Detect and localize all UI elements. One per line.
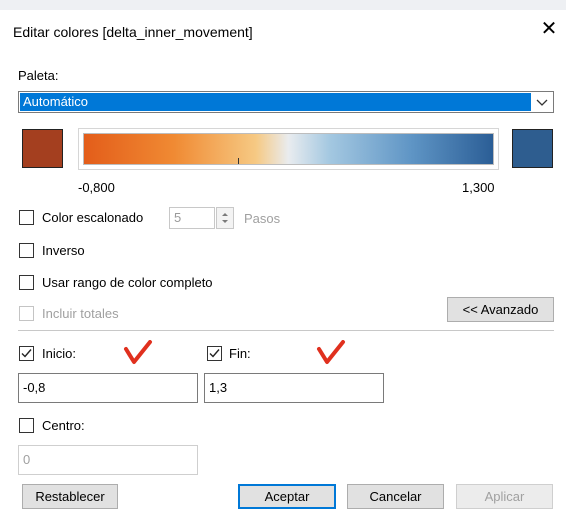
center-label: Centro: — [42, 418, 85, 433]
range-min-label: -0,800 — [78, 180, 115, 195]
stepped-color-checkbox[interactable] — [19, 210, 34, 225]
apply-button: Aplicar — [456, 484, 553, 509]
end-checkbox[interactable] — [207, 346, 222, 361]
red-checkmark-annotation-icon — [317, 340, 345, 364]
steps-unit-label: Pasos — [244, 211, 281, 226]
background-strip — [0, 0, 566, 10]
checkmark-icon — [21, 349, 32, 358]
close-icon[interactable]: ✕ — [536, 16, 562, 42]
ok-button[interactable]: Aceptar — [238, 484, 336, 509]
center-value-input: 0 — [18, 445, 198, 475]
palette-dropdown[interactable]: Automático — [18, 91, 554, 113]
include-totals-label: Incluir totales — [42, 306, 119, 321]
checkmark-icon — [209, 349, 220, 358]
reset-button[interactable]: Restablecer — [22, 484, 118, 509]
reverse-label: Inverso — [42, 243, 85, 258]
palette-label: Paleta: — [18, 68, 59, 83]
reverse-checkbox[interactable] — [19, 243, 34, 258]
dialog-title: Editar colores [delta_inner_movement] — [13, 24, 253, 40]
center-checkbox[interactable] — [19, 418, 34, 433]
section-divider — [18, 330, 554, 331]
chevron-down-icon — [536, 99, 548, 106]
start-label: Inicio: — [42, 346, 76, 361]
spinner-arrows-icon — [222, 213, 228, 223]
cancel-button[interactable]: Cancelar — [347, 484, 444, 509]
end-value-input[interactable]: 1,3 — [204, 373, 384, 403]
start-color-swatch[interactable] — [22, 129, 63, 168]
end-color-swatch[interactable] — [512, 129, 553, 168]
steps-spinner[interactable] — [216, 207, 234, 229]
start-value-input[interactable]: -0,8 — [18, 373, 198, 403]
steps-input[interactable]: 5 — [169, 207, 215, 229]
red-checkmark-annotation-icon — [124, 340, 152, 364]
palette-selected-value: Automático — [20, 93, 531, 111]
end-label: Fin: — [229, 346, 251, 361]
include-totals-checkbox — [19, 306, 34, 321]
start-checkbox[interactable] — [19, 346, 34, 361]
advanced-button[interactable]: << Avanzado — [447, 297, 554, 322]
full-range-checkbox[interactable] — [19, 275, 34, 290]
stepped-color-label: Color escalonado — [42, 210, 144, 225]
ramp-center-tick — [238, 158, 239, 164]
range-max-label: 1,300 — [462, 180, 495, 195]
full-range-label: Usar rango de color completo — [42, 275, 213, 290]
color-ramp — [83, 133, 494, 165]
